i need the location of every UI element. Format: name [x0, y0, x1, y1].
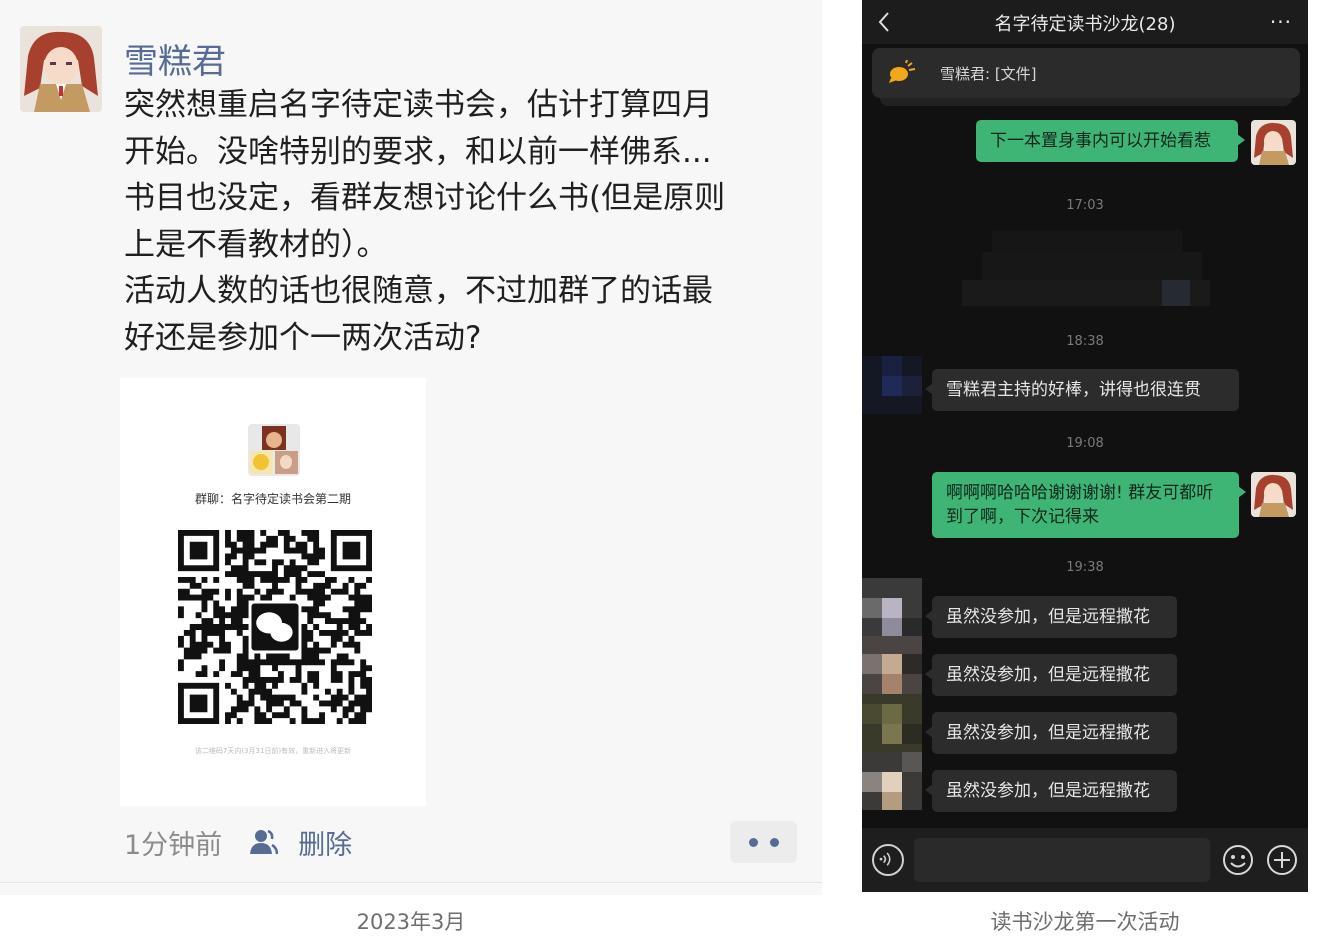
plus-icon[interactable]	[1266, 844, 1298, 876]
delete-link[interactable]: 删除	[298, 823, 352, 862]
message-bubble-in[interactable]: 虽然没参加，但是远程撒花	[925, 770, 1177, 812]
post-time: 1分钟前	[124, 829, 223, 861]
more-icon[interactable]: ···	[1270, 10, 1292, 34]
group-avatar	[248, 424, 300, 476]
author-name[interactable]: 雪糕君	[124, 34, 226, 83]
self-avatar[interactable]	[1251, 472, 1296, 517]
more-dots-icon[interactable]	[730, 821, 797, 863]
self-avatar[interactable]	[1251, 120, 1296, 165]
qr-validity-note: 该二维码7天内(3月31日前)有效，重新进入将更新	[194, 747, 352, 755]
post-meta: 1分钟前 删除	[124, 822, 352, 862]
qr-group-name: 群聊：名字待定读书会第二期	[194, 492, 351, 506]
chat-topbar: 名字待定读书沙龙(28) ···	[862, 0, 1308, 44]
qr-code[interactable]	[178, 530, 372, 724]
time-label: 19:38	[1066, 560, 1104, 575]
announcement-icon	[889, 60, 916, 83]
message-bubble-out[interactable]: 下一本置身事内可以开始看惹	[976, 120, 1245, 162]
contacts-icon[interactable]	[248, 827, 279, 857]
chat-input-bar	[862, 828, 1308, 892]
message-bubble-in[interactable]: 虽然没参加，但是远程撒花	[925, 654, 1177, 696]
member-avatar-pixelated[interactable]	[862, 636, 922, 694]
message-bubble-in[interactable]: 虽然没参加，但是远程撒花	[925, 712, 1177, 754]
caption-left: 2023年3月	[356, 910, 466, 934]
message-input[interactable]	[914, 838, 1210, 882]
member-avatar-pixelated[interactable]	[862, 578, 922, 636]
member-avatar-pixelated[interactable]	[862, 356, 922, 414]
voice-icon[interactable]	[872, 844, 904, 876]
caption-right: 读书沙龙第一次活动	[990, 910, 1180, 934]
group-chat-screen: 名字待定读书沙龙(28) ··· 雪糕君: [文件] 下一本置身事内可以开始看惹…	[862, 0, 1308, 892]
member-avatar-pixelated[interactable]	[862, 752, 922, 810]
message-bubble-in[interactable]: 雪糕君主持的好棒，讲得也很连贯	[925, 369, 1239, 411]
time-label: 18:38	[1066, 334, 1104, 349]
moments-post: 雪糕君 突然想重启名字待定读书会，估计打算四月 开始。没啥特别的要求，和以前一样…	[0, 0, 822, 895]
group-qr-image[interactable]: 群聊：名字待定读书会第二期 该二维码7天内(3月31日前)有效，重新进入将更新	[120, 378, 426, 806]
chat-title: 名字待定读书沙龙(28)	[994, 14, 1176, 35]
dot	[769, 837, 779, 847]
pinned-message[interactable]: 雪糕君: [文件]	[872, 48, 1300, 98]
emoji-icon[interactable]	[1222, 844, 1254, 876]
message-bubble-out[interactable]: 啊啊啊哈哈哈谢谢谢谢! 群友可都听到了啊，下次记得来	[932, 472, 1246, 538]
divider	[0, 882, 822, 883]
member-avatar-pixelated[interactable]	[862, 694, 922, 752]
author-avatar[interactable]	[20, 26, 102, 112]
time-label: 17:03	[1066, 198, 1104, 213]
message-bubble-in[interactable]: 虽然没参加，但是远程撒花	[925, 596, 1177, 638]
dot	[748, 837, 758, 847]
post-text: 突然想重启名字待定读书会，估计打算四月 开始。没啥特别的要求，和以前一样佛系..…	[124, 87, 726, 356]
pinned-shadow	[880, 98, 1292, 106]
pinned-text: 雪糕君: [文件]	[940, 65, 1037, 83]
blurred-content	[962, 230, 1210, 306]
time-label: 19:08	[1066, 436, 1104, 451]
